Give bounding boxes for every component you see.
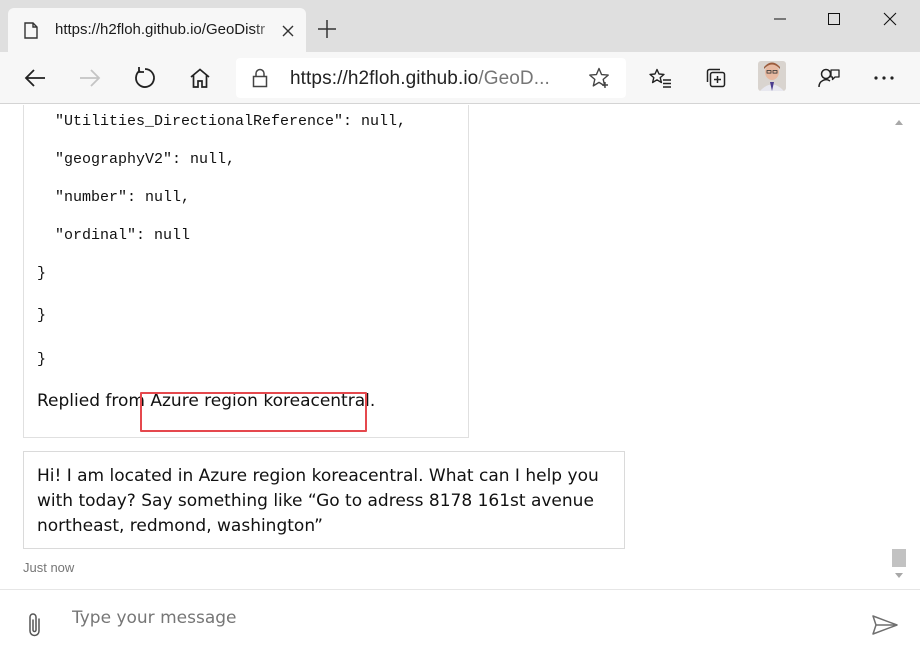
scroll-thumb[interactable] [892,549,906,567]
favorites-button[interactable] [643,62,677,94]
refresh-button[interactable] [128,62,162,94]
new-tab-icon[interactable] [316,18,338,40]
send-icon[interactable] [871,614,899,636]
paperclip-icon[interactable] [24,611,46,639]
code-line: } [37,265,47,282]
message-timestamp: Just now [23,560,75,575]
chat-scrollbar[interactable] [890,105,908,589]
title-bar: https://h2floh.github.io/GeoDistr [0,0,920,52]
greeting-message: Hi! I am located in Azure region koreace… [37,466,599,536]
close-window-button[interactable] [862,0,918,38]
home-button[interactable] [183,62,217,94]
code-line: "ordinal": null [55,227,191,244]
message-input[interactable] [72,604,832,632]
code-line: } [37,307,47,324]
address-bar[interactable]: https://h2floh.github.io/GeoD... [236,58,626,98]
favorites-list-icon [649,68,671,88]
back-arrow-icon [24,69,45,87]
collections-icon [706,68,726,88]
greeting-bubble: Hi! I am located in Azure region koreace… [23,451,625,549]
bot-reply-bubble: "Utilities_DirectionalReference": null, … [23,105,469,438]
feedback-button[interactable] [812,62,846,94]
favorite-star-icon[interactable] [588,67,610,88]
home-icon [190,68,210,88]
page-icon [24,22,38,39]
tab-title: https://h2floh.github.io/GeoDistr [55,21,266,38]
feedback-icon [818,68,840,88]
back-button[interactable] [18,62,52,94]
minimize-button[interactable] [752,0,808,38]
scroll-up-arrow-icon[interactable] [895,120,903,125]
code-line: "geographyV2": null, [55,151,236,168]
minimize-icon [774,18,786,20]
refresh-icon [135,67,155,88]
code-line: } [37,351,47,368]
tab-title-fade [253,18,281,42]
profile-avatar[interactable] [758,61,786,91]
highlight-annotation [140,392,367,432]
close-icon [883,12,897,26]
forward-arrow-icon [80,69,101,87]
browser-tab[interactable]: https://h2floh.github.io/GeoDistr [8,8,306,52]
maximize-button[interactable] [806,0,862,38]
more-dots-icon [874,76,894,80]
url-text: https://h2floh.github.io/GeoD... [290,68,550,89]
maximize-icon [828,13,840,25]
code-line: "number": null, [55,189,191,206]
scroll-down-arrow-icon[interactable] [895,573,903,578]
more-button[interactable] [867,62,901,94]
lock-icon [252,68,268,88]
forward-button[interactable] [73,62,107,94]
chat-transcript[interactable]: "Utilities_DirectionalReference": null, … [0,105,890,589]
collections-button[interactable] [699,62,733,94]
message-composer [0,589,920,667]
close-tab-icon[interactable] [281,24,295,38]
code-line: "Utilities_DirectionalReference": null, [55,113,407,130]
